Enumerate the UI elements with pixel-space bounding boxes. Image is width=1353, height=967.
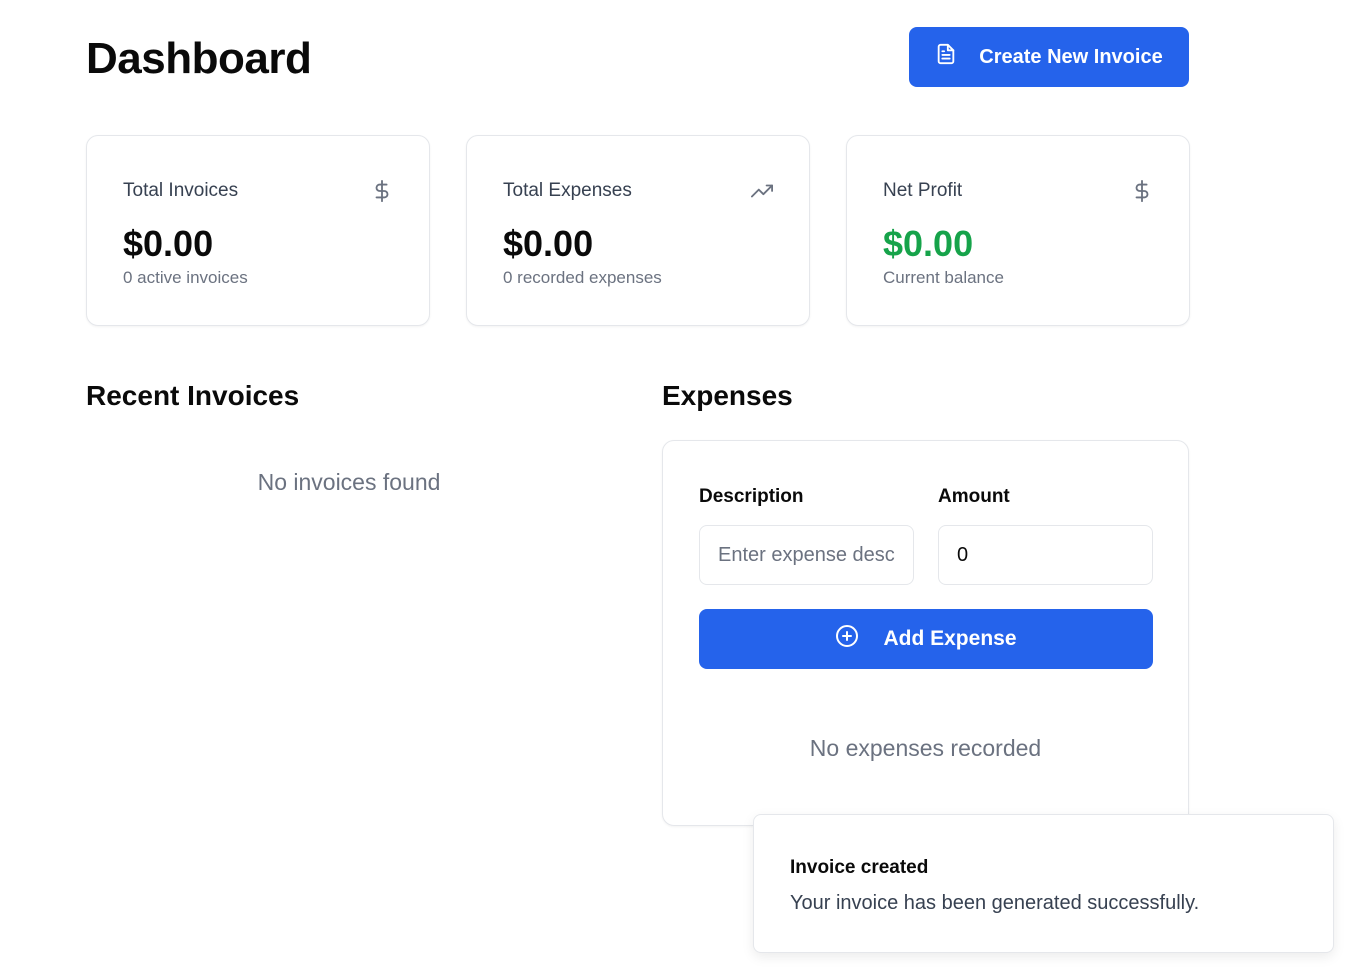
no-invoices-message: No invoices found	[257, 469, 441, 495]
stat-label: Total Expenses	[503, 180, 632, 201]
expenses-title: Expenses	[662, 380, 793, 411]
no-expenses-message: No expenses recorded	[809, 735, 1042, 761]
description-input[interactable]	[699, 525, 914, 585]
stat-card-total-expenses: Total Expenses $0.00 0 recorded expenses	[466, 135, 810, 326]
add-expense-button[interactable]: Add Expense	[699, 609, 1153, 669]
description-label: Description	[699, 486, 804, 507]
trending-up-icon	[751, 180, 773, 202]
dashboard-page: Dashboard Create New Invoice Total Invoi…	[0, 0, 1353, 967]
stat-value: $0.00	[503, 223, 594, 264]
recent-invoices-title: Recent Invoices	[86, 380, 300, 411]
dollar-icon	[1131, 180, 1153, 202]
amount-label: Amount	[938, 486, 1010, 507]
page-title: Dashboard	[86, 34, 312, 83]
plus-circle-icon	[835, 624, 859, 654]
file-text-icon	[935, 43, 957, 71]
stat-value: $0.00	[883, 223, 974, 264]
toast-title: Invoice created	[790, 857, 929, 878]
stat-card-net-profit: Net Profit $0.00 Current balance	[846, 135, 1190, 326]
stat-label: Total Invoices	[123, 180, 239, 201]
dollar-icon	[371, 180, 393, 202]
create-new-invoice-label: Create New Invoice	[979, 45, 1163, 68]
create-new-invoice-button[interactable]: Create New Invoice	[909, 27, 1189, 87]
stat-subtext: Current balance	[883, 268, 1004, 287]
stat-value: $0.00	[123, 223, 214, 264]
toast-description: Your invoice has been generated successf…	[790, 892, 1200, 914]
stat-subtext: 0 active invoices	[123, 268, 248, 287]
amount-input[interactable]	[938, 525, 1153, 585]
stat-label: Net Profit	[883, 180, 963, 201]
toast-notification[interactable]: Invoice created Your invoice has been ge…	[753, 814, 1334, 953]
stat-card-total-invoices: Total Invoices $0.00 0 active invoices	[86, 135, 430, 326]
add-expense-label: Add Expense	[883, 627, 1017, 650]
stat-subtext: 0 recorded expenses	[503, 268, 662, 287]
expenses-card: Description Amount Add Expense No expens…	[662, 440, 1189, 826]
